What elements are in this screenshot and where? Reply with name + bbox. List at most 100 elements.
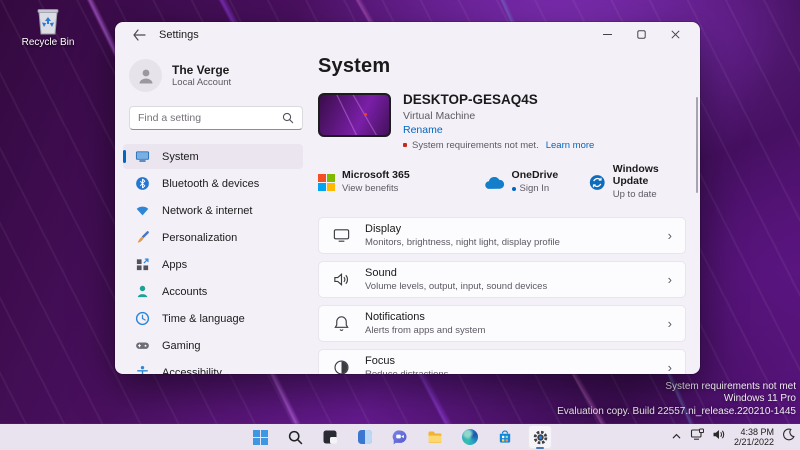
apps-icon: [135, 257, 150, 272]
setting-subtitle: Volume levels, output, input, sound devi…: [365, 281, 547, 293]
microsoft-store-icon: [497, 429, 513, 445]
page-title: System: [318, 55, 686, 78]
file-explorer-icon: [427, 429, 443, 445]
sidebar-item-apps[interactable]: Apps: [123, 252, 303, 277]
teams-chat-icon: [392, 429, 408, 445]
setting-row-focus[interactable]: Focus Reduce distractions ›: [318, 349, 686, 374]
sidebar-item-label: System: [162, 151, 199, 163]
quick-subtitle-row: Sign In: [512, 183, 559, 195]
file-explorer-button[interactable]: [423, 425, 447, 449]
time-language-icon: [135, 311, 150, 326]
system-tray: 4:38 PM 2/21/2022: [671, 424, 795, 450]
setting-row-display[interactable]: Display Monitors, brightness, night ligh…: [318, 217, 686, 254]
tray-time: 4:38 PM: [734, 427, 774, 437]
tray-date: 2/21/2022: [734, 437, 774, 447]
onedrive-tile[interactable]: OneDrive Sign In: [483, 169, 590, 195]
store-button[interactable]: [493, 425, 517, 449]
microsoft-365-icon: [318, 174, 335, 191]
avatar: [129, 59, 162, 92]
sidebar-item-label: Time & language: [162, 313, 245, 325]
display-icon: [332, 226, 351, 245]
taskbar-search-button[interactable]: [283, 425, 307, 449]
widgets-button[interactable]: [353, 425, 377, 449]
warning-dot-icon: [403, 143, 407, 147]
search-input[interactable]: [138, 112, 282, 124]
sidebar-item-label: Personalization: [162, 232, 237, 244]
system-icon: [135, 149, 150, 164]
do-not-disturb-button[interactable]: [782, 428, 795, 446]
gaming-icon: [135, 338, 150, 353]
taskbar-center-icons: [248, 424, 552, 450]
sidebar-item-label: Bluetooth & devices: [162, 178, 259, 190]
chat-button[interactable]: [388, 425, 412, 449]
widgets-icon: [357, 429, 373, 445]
sidebar-item-bluetooth-devices[interactable]: Bluetooth & devices: [123, 171, 303, 196]
recycle-bin-icon: [34, 6, 62, 36]
sidebar-item-accessibility[interactable]: Accessibility: [123, 360, 303, 374]
accessibility-icon: [135, 365, 150, 374]
sidebar-item-personalization[interactable]: Personalization: [123, 225, 303, 250]
search-box[interactable]: [129, 106, 303, 130]
onedrive-icon: [483, 175, 505, 190]
start-button[interactable]: [248, 425, 272, 449]
quick-subtitle: Sign In: [520, 183, 550, 195]
windows-update-icon: [589, 173, 605, 192]
scrollbar[interactable]: [696, 97, 698, 193]
setting-row-sound[interactable]: Sound Volume levels, output, input, soun…: [318, 261, 686, 298]
taskbar-clock[interactable]: 4:38 PM 2/21/2022: [734, 427, 774, 447]
sidebar-item-system[interactable]: System: [123, 144, 303, 169]
account-header[interactable]: The Verge Local Account: [123, 51, 303, 96]
search-icon: [282, 112, 294, 124]
setting-subtitle: Reduce distractions: [365, 369, 448, 375]
task-view-button[interactable]: [318, 425, 342, 449]
setting-title: Sound: [365, 267, 547, 280]
quick-title: Windows Update: [613, 163, 686, 187]
maximize-button[interactable]: [624, 24, 658, 45]
edge-button[interactable]: [458, 425, 482, 449]
notifications-icon: [332, 314, 351, 333]
warning-text: System requirements not met.: [412, 141, 539, 151]
windows-update-tile[interactable]: Windows Update Up to date: [589, 163, 686, 201]
moon-icon: [782, 428, 795, 441]
learn-more-link[interactable]: Learn more: [546, 141, 595, 151]
sound-icon: [332, 270, 351, 289]
settings-sidebar: The Verge Local Account System Blu: [115, 47, 315, 374]
sidebar-item-label: Accounts: [162, 286, 207, 298]
rename-link[interactable]: Rename: [403, 125, 594, 136]
device-header: DESKTOP-GESAQ4S Virtual Machine Rename S…: [318, 93, 686, 150]
quick-title: OneDrive: [512, 169, 559, 181]
back-arrow-icon: [132, 29, 146, 41]
search-icon: [288, 430, 303, 445]
evaluation-watermark: System requirements not met Windows 11 P…: [557, 381, 796, 419]
quick-info-row: Microsoft 365 View benefits OneDrive Sig…: [318, 163, 686, 201]
back-button[interactable]: [129, 26, 149, 44]
setting-subtitle: Alerts from apps and system: [365, 325, 485, 337]
network-tray-button[interactable]: [690, 428, 704, 446]
account-type: Local Account: [172, 77, 231, 89]
task-view-icon: [322, 429, 338, 445]
sidebar-item-gaming[interactable]: Gaming: [123, 333, 303, 358]
attention-dot-icon: [512, 187, 516, 191]
close-icon: [671, 30, 680, 39]
sidebar-item-label: Network & internet: [162, 205, 252, 217]
close-button[interactable]: [658, 24, 692, 45]
titlebar: Settings: [115, 22, 700, 47]
recycle-bin-desktop-icon[interactable]: Recycle Bin: [18, 6, 78, 48]
minimize-button[interactable]: [590, 24, 624, 45]
sidebar-item-label: Accessibility: [162, 367, 222, 375]
device-type: Virtual Machine: [403, 111, 594, 122]
sidebar-item-accounts[interactable]: Accounts: [123, 279, 303, 304]
sidebar-item-time-language[interactable]: Time & language: [123, 306, 303, 331]
hidden-icons-chevron[interactable]: [671, 428, 682, 446]
settings-taskbar-button[interactable]: [528, 425, 552, 449]
chevron-right-icon: ›: [668, 316, 672, 331]
settings-window: Settings The Verge Local Account: [115, 22, 700, 374]
chevron-right-icon: ›: [668, 272, 672, 287]
volume-tray-button[interactable]: [712, 428, 726, 446]
setting-row-notifications[interactable]: Notifications Alerts from apps and syste…: [318, 305, 686, 342]
sidebar-item-network-internet[interactable]: Network & internet: [123, 198, 303, 223]
user-avatar-icon: [136, 66, 156, 86]
bluetooth-icon: [135, 176, 150, 191]
quick-subtitle: View benefits: [342, 183, 410, 195]
microsoft-365-tile[interactable]: Microsoft 365 View benefits: [318, 169, 483, 195]
